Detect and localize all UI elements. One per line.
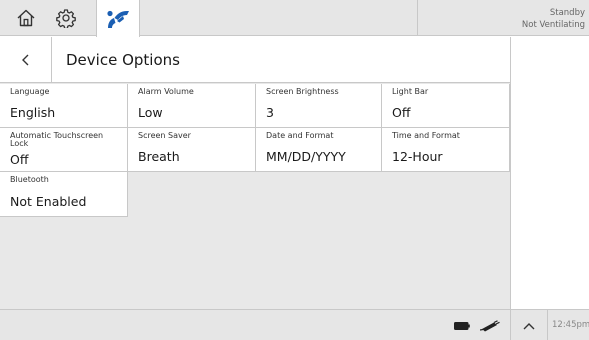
option-language[interactable]: Language English (0, 84, 128, 128)
option-automatic-touchscreen-lock[interactable]: Automatic Touchscreen Lock Off (0, 128, 128, 172)
option-alarm-volume[interactable]: Alarm Volume Low (128, 84, 256, 128)
power-plug-icon (480, 319, 500, 331)
status-mode: Standby (549, 8, 585, 18)
right-panel (510, 37, 589, 309)
chevron-left-icon (21, 54, 28, 66)
option-label: Screen Brightness (266, 87, 339, 96)
settings-button[interactable] (46, 0, 86, 36)
title-bar: Device Options (0, 37, 510, 83)
option-label: Time and Format (392, 131, 460, 140)
chevron-up-icon (523, 322, 535, 329)
ventilation-icon (107, 10, 129, 28)
top-bar: Standby Not Ventilating (0, 0, 589, 37)
home-icon (17, 9, 35, 27)
ventilation-button[interactable] (96, 0, 140, 37)
bottom-bar: 12:45pm (0, 309, 589, 340)
battery-icon (454, 321, 470, 330)
ventilation-status: Standby Not Ventilating (522, 7, 585, 31)
option-value: Not Enabled (10, 194, 87, 209)
option-value: English (10, 105, 56, 120)
ac-power-indicator (478, 310, 502, 340)
option-date-and-format[interactable]: Date and Format MM/DD/YYYY (256, 128, 382, 172)
option-value: Breath (138, 149, 180, 164)
option-value: MM/DD/YYYY (266, 149, 346, 164)
gear-icon (56, 9, 76, 28)
option-value: 3 (266, 105, 274, 120)
clock: 12:45pm (552, 320, 589, 330)
option-light-bar[interactable]: Light Bar Off (382, 84, 510, 128)
option-value: Off (392, 105, 411, 120)
expand-button[interactable] (511, 310, 547, 340)
status-detail: Not Ventilating (521, 20, 585, 30)
option-screen-saver[interactable]: Screen Saver Breath (128, 128, 256, 172)
option-value: Off (10, 152, 29, 167)
battery-indicator (452, 310, 472, 340)
option-label: Automatic Touchscreen Lock (10, 131, 104, 148)
option-label: Bluetooth (10, 175, 49, 184)
back-button[interactable] (0, 37, 52, 83)
page-title: Device Options (66, 51, 180, 69)
option-bluetooth[interactable]: Bluetooth Not Enabled (0, 172, 128, 217)
option-label: Date and Format (266, 131, 334, 140)
option-label: Screen Saver (138, 131, 191, 140)
option-value: Low (138, 105, 163, 120)
home-button[interactable] (6, 0, 46, 36)
main-panel: Device Options Language English Alarm Vo… (0, 37, 510, 309)
option-value: 12-Hour (392, 149, 443, 164)
option-label: Light Bar (392, 87, 429, 96)
option-screen-brightness[interactable]: Screen Brightness 3 (256, 84, 382, 128)
option-label: Alarm Volume (138, 87, 194, 96)
option-label: Language (10, 87, 50, 96)
option-time-and-format[interactable]: Time and Format 12-Hour (382, 128, 510, 172)
